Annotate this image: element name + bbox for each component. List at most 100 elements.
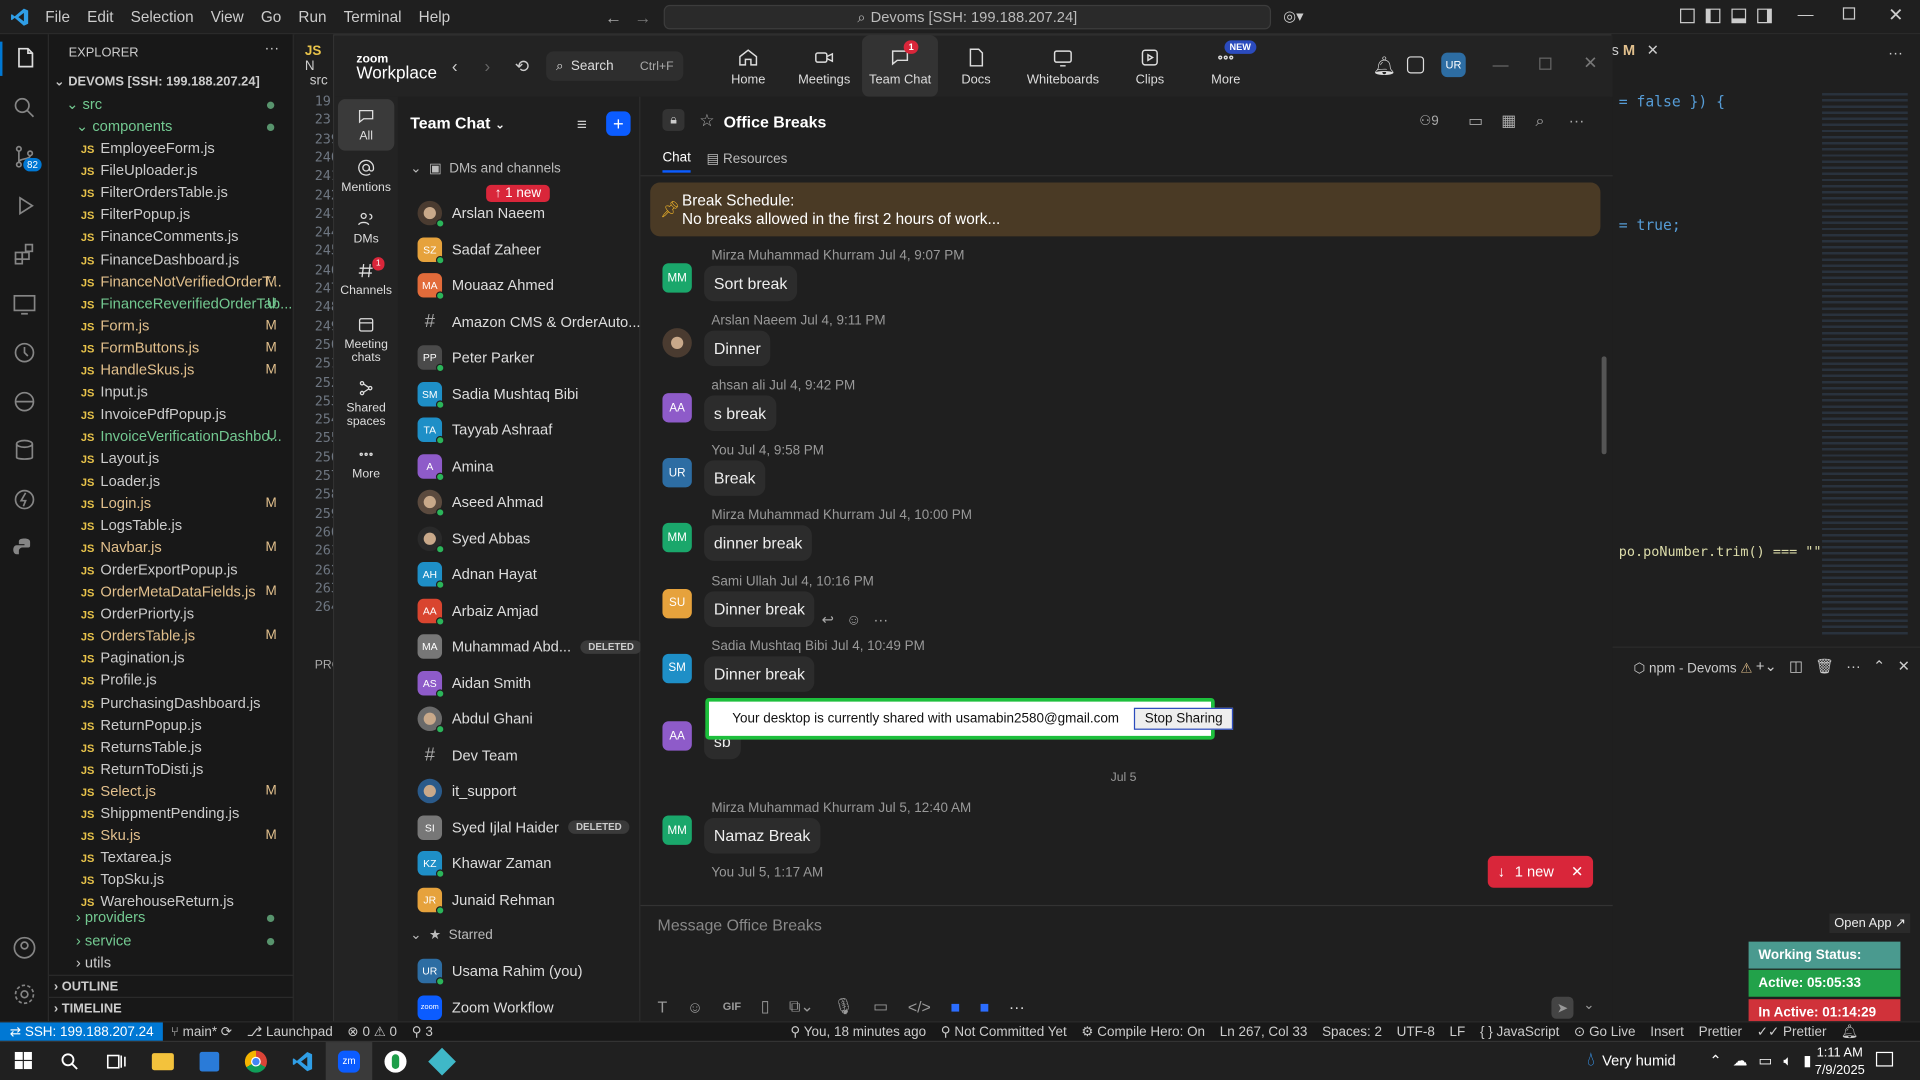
cursor-position[interactable]: Ln 267, Col 33	[1212, 1024, 1314, 1039]
more-icon[interactable]: ···	[1846, 658, 1861, 675]
nav-meetings[interactable]: Meetings	[786, 36, 862, 97]
toggle-secondary-sidebar-icon[interactable]	[1757, 8, 1772, 24]
calendar-icon[interactable]: ▦	[1501, 111, 1516, 131]
starred-header[interactable]: ⌄ ★ Starred	[410, 927, 493, 943]
app-green-icon[interactable]	[372, 1041, 419, 1080]
file-item[interactable]: JS FilterPopup.js	[49, 204, 294, 226]
contact-item[interactable]: JR Junaid Rehman	[417, 885, 638, 915]
file-item[interactable]: JS ReturnToDisti.js	[49, 758, 294, 780]
vscode-taskbar-icon[interactable]	[279, 1041, 326, 1080]
editor-tab-partial[interactable]: JS N	[305, 44, 333, 73]
contact-item[interactable]: SM Sadia Mushtaq Bibi	[417, 379, 638, 409]
file-item[interactable]: JS Input.js	[49, 381, 294, 403]
back-icon[interactable]: ‹	[452, 56, 458, 76]
nav-home[interactable]: Home	[710, 36, 786, 97]
zoom-taskbar-icon[interactable]: zm	[325, 1041, 373, 1080]
chat-title[interactable]: Office Breaks	[724, 113, 827, 131]
terminal-selector[interactable]: ⬡ npm - Devoms ⚠	[1633, 660, 1752, 676]
file-item[interactable]: JS InvoicePdfPopup.js	[49, 403, 294, 425]
file-item[interactable]: JS Textarea.js	[49, 846, 294, 868]
file-item[interactable]: JS ReturnsTable.js	[49, 736, 294, 758]
nav-whiteboards[interactable]: Whiteboards	[1014, 36, 1112, 97]
contact-item[interactable]: Syed Abbas	[417, 523, 638, 553]
file-item[interactable]: JS ReturnPopup.js	[49, 713, 294, 735]
contact-item[interactable]: zoom Zoom Workflow	[417, 992, 638, 1021]
close-icon[interactable]: ✕	[1888, 4, 1903, 26]
run-debug-icon[interactable]	[7, 189, 41, 223]
team-chat-title[interactable]: Team Chat ⌄	[410, 114, 505, 132]
go-live[interactable]: ⊙ Go Live	[1567, 1024, 1643, 1040]
nav-more[interactable]: More NEW	[1188, 36, 1264, 97]
file-explorer-icon[interactable]	[140, 1041, 187, 1080]
prettier-status-2[interactable]: ✓✓ Prettier	[1749, 1024, 1833, 1040]
minimize-icon[interactable]: —	[1798, 5, 1814, 23]
menu-selection[interactable]: Selection	[122, 0, 202, 34]
sender-avatar-photo[interactable]	[662, 328, 692, 358]
member-count[interactable]: ⚇9	[1419, 113, 1439, 129]
file-item[interactable]: JS Loader.js	[49, 470, 294, 492]
menu-file[interactable]: File	[37, 0, 79, 34]
file-item[interactable]: JS FilterOrdersTable.js	[49, 181, 294, 203]
search-icon[interactable]	[47, 1041, 94, 1080]
layout-icon[interactable]	[1680, 8, 1695, 24]
rail-channels[interactable]: Channels 1	[338, 257, 394, 298]
file-item[interactable]: JS HandleSkus.js M	[49, 359, 294, 381]
user-avatar[interactable]: UR	[1441, 52, 1466, 78]
forward-icon[interactable]: ›	[485, 56, 491, 76]
file-item[interactable]: JS OrdersTable.js M	[49, 625, 294, 647]
menu-edit[interactable]: Edit	[79, 0, 123, 34]
zoom-search-box[interactable]: ⌕ Search Ctrl+F	[546, 51, 684, 81]
emoji-icon[interactable]: ☺	[846, 611, 861, 628]
contact-item[interactable]: AA Arbaiz Amjad	[417, 596, 638, 626]
windows-start-icon[interactable]	[0, 1041, 47, 1080]
battery-icon[interactable]: ▮	[1803, 1052, 1811, 1070]
menu-view[interactable]: View	[202, 0, 252, 34]
file-item[interactable]: JS Navbar.js M	[49, 536, 294, 558]
encoding[interactable]: UTF-8	[1389, 1024, 1442, 1039]
folder-utils[interactable]: › utils	[49, 951, 294, 973]
rail-mentions[interactable]: Mentions	[338, 158, 394, 195]
bell-icon[interactable]: 🔔︎	[1373, 55, 1396, 77]
sender-avatar[interactable]: SU	[662, 588, 692, 618]
explorer-more-icon[interactable]: ···	[264, 39, 279, 56]
chevron-up-icon[interactable]: ⌃	[1873, 658, 1885, 675]
new-messages-button[interactable]: ↓ 1 new ✕	[1487, 855, 1594, 888]
contact-item[interactable]: AH Adnan Hayat	[417, 560, 638, 589]
contact-item[interactable]: A Amina	[417, 451, 638, 481]
tab-chat[interactable]: Chat	[662, 151, 691, 173]
send-icon[interactable]: ➤	[1551, 996, 1574, 1019]
contact-item[interactable]: TA Tayyab Ashraaf	[417, 415, 638, 445]
task-view-icon[interactable]	[93, 1041, 140, 1080]
contact-item[interactable]: SI Syed Ijlal Haider DELETED	[417, 812, 638, 841]
contact-item[interactable]: # Dev Team	[418, 740, 638, 769]
contact-item[interactable]: Abdul Ghani	[417, 704, 638, 734]
app-icon[interactable]: ■	[980, 997, 990, 1015]
sender-avatar[interactable]: MM	[662, 523, 692, 553]
indentation[interactable]: Spaces: 2	[1315, 1024, 1390, 1039]
contact-item[interactable]: AS Aidan Smith	[417, 668, 638, 698]
file-item[interactable]: JS FinanceDashboard.js	[49, 248, 294, 270]
problems-count[interactable]: ⊗ 0 ⚠ 0	[340, 1024, 404, 1040]
file-item[interactable]: JS TopSku.js	[49, 869, 294, 891]
gif-icon[interactable]: GIF	[723, 1000, 741, 1012]
more-icon[interactable]: ···	[1009, 997, 1025, 1015]
add-terminal-icon[interactable]: +⌄	[1756, 658, 1777, 675]
file-item[interactable]: JS FinanceNotVerifiedOrderT... M	[49, 270, 294, 292]
trash-icon[interactable]: 🗑	[1815, 658, 1834, 675]
nav-docs[interactable]: Docs	[938, 36, 1014, 97]
chat-scrollbar[interactable]	[1601, 175, 1607, 891]
app-teal-icon[interactable]	[419, 1041, 466, 1080]
file-item[interactable]: JS Layout.js	[49, 447, 294, 469]
sender-avatar[interactable]: MM	[662, 815, 692, 845]
timeline-section[interactable]: › TIMELINE	[48, 996, 294, 1019]
folder-service[interactable]: › service	[49, 929, 294, 951]
file-item[interactable]: JS Profile.js	[49, 669, 294, 691]
contact-item[interactable]: UR Usama Rahim (you)	[417, 956, 638, 986]
git-blame[interactable]: ⚲ You, 18 minutes ago	[783, 1024, 933, 1040]
menu-terminal[interactable]: Terminal	[335, 0, 410, 34]
search-icon[interactable]	[7, 91, 41, 125]
file-item[interactable]: JS InvoiceVerificationDashbo... U	[49, 425, 294, 447]
remote-indicator[interactable]: ⇄ SSH: 199.188.207.24	[0, 1021, 164, 1042]
contact-item[interactable]: MA Muhammad Abd... DELETED	[417, 632, 642, 661]
explorer-icon[interactable]	[0, 41, 49, 76]
